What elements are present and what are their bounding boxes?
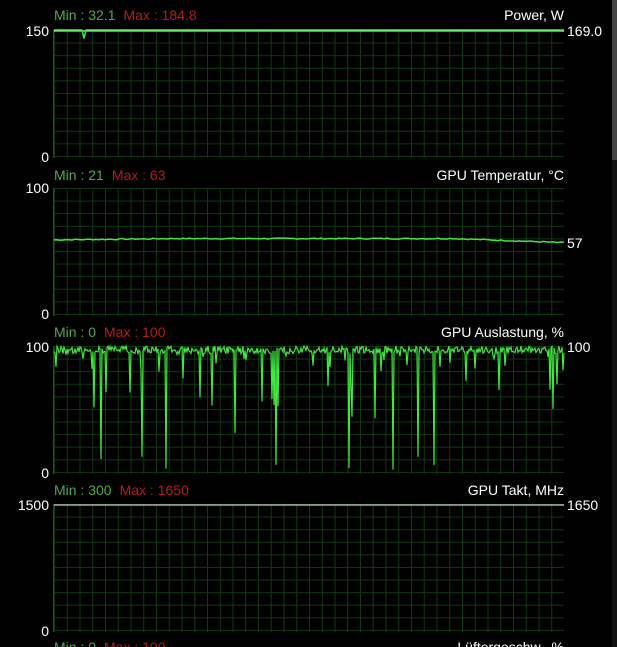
clock-min-label: Min : 300 bbox=[54, 482, 112, 498]
vertical-scrollbar[interactable] bbox=[612, 0, 617, 647]
temperature-min-label: Min : 21 bbox=[54, 167, 104, 183]
power-max-label: Max : 184.8 bbox=[123, 7, 197, 23]
fan-graph: Min : 0 Max : 100 Lüftergeschw., % bbox=[0, 634, 612, 647]
clock-graph: Min : 300 Max : 1650 GPU Takt, MHz 1500 0… bbox=[0, 476, 612, 647]
clock-y-top-label: 1500 bbox=[17, 497, 49, 513]
temperature-max-label: Max : 63 bbox=[111, 167, 166, 183]
clock-title: GPU Takt, MHz bbox=[467, 482, 564, 498]
clock-current-value: 1650 bbox=[567, 497, 599, 513]
fan-minmax: Min : 0 Max : 100 bbox=[54, 639, 166, 647]
power-current-value: 169.0 bbox=[567, 23, 603, 39]
utilization-data-line bbox=[53, 343, 565, 470]
power-minmax: Min : 32.1 Max : 184.8 bbox=[54, 7, 197, 23]
utilization-graph: Min : 0 Max : 100 GPU Auslastung, % 100 0… bbox=[0, 318, 612, 490]
power-y-top-label: 150 bbox=[25, 23, 49, 39]
clock-minmax: Min : 300 Max : 1650 bbox=[54, 482, 189, 498]
temperature-line-svg bbox=[53, 237, 565, 244]
utilization-graph-header: Min : 0 Max : 100 GPU Auslastung, % bbox=[0, 323, 612, 343]
temperature-graph: Min : 21 Max : 63 GPU Temperatur, °C 100 … bbox=[0, 160, 612, 332]
temperature-plot bbox=[53, 188, 565, 316]
temperature-graph-header: Min : 21 Max : 63 GPU Temperatur, °C bbox=[0, 166, 612, 186]
temperature-y-top-label: 100 bbox=[25, 180, 49, 196]
power-graph-header: Min : 32.1 Max : 184.8 Power, W bbox=[0, 6, 612, 26]
power-title: Power, W bbox=[504, 7, 564, 23]
clock-graph-header: Min : 300 Max : 1650 GPU Takt, MHz bbox=[0, 481, 612, 501]
fan-graph-header: Min : 0 Max : 100 Lüftergeschw., % bbox=[0, 638, 612, 647]
clock-plot bbox=[53, 504, 564, 632]
temperature-minmax: Min : 21 Max : 63 bbox=[54, 167, 166, 183]
temperature-current-value: 57 bbox=[567, 235, 583, 251]
temperature-title: GPU Temperatur, °C bbox=[436, 167, 565, 183]
fan-min-label: Min : 0 bbox=[54, 639, 97, 647]
fan-max-label: Max : 100 bbox=[104, 639, 166, 647]
utilization-plot bbox=[53, 343, 565, 474]
power-graph: Min : 32.1 Max : 184.8 Power, W 150 0 169… bbox=[0, 0, 612, 172]
power-line-svg bbox=[54, 29, 564, 39]
utilization-minmax: Min : 0 Max : 100 bbox=[54, 324, 166, 340]
power-plot bbox=[53, 29, 564, 158]
clock-line-svg bbox=[54, 504, 564, 506]
scrollbar-thumb[interactable] bbox=[612, 0, 617, 160]
monitoring-window: Min : 32.1 Max : 184.8 Power, W 150 0 169… bbox=[0, 0, 617, 647]
utilization-max-label: Max : 100 bbox=[104, 324, 166, 340]
temperature-data-line bbox=[53, 237, 565, 244]
utilization-y-top-label: 100 bbox=[25, 339, 49, 355]
clock-max-label: Max : 1650 bbox=[119, 482, 189, 498]
utilization-current-value: 100 bbox=[567, 339, 591, 355]
power-min-label: Min : 32.1 bbox=[54, 7, 116, 23]
utilization-min-label: Min : 0 bbox=[54, 324, 97, 340]
fan-title: Lüftergeschw., % bbox=[457, 639, 564, 647]
utilization-line-svg bbox=[53, 343, 565, 470]
utilization-title: GPU Auslastung, % bbox=[441, 324, 564, 340]
